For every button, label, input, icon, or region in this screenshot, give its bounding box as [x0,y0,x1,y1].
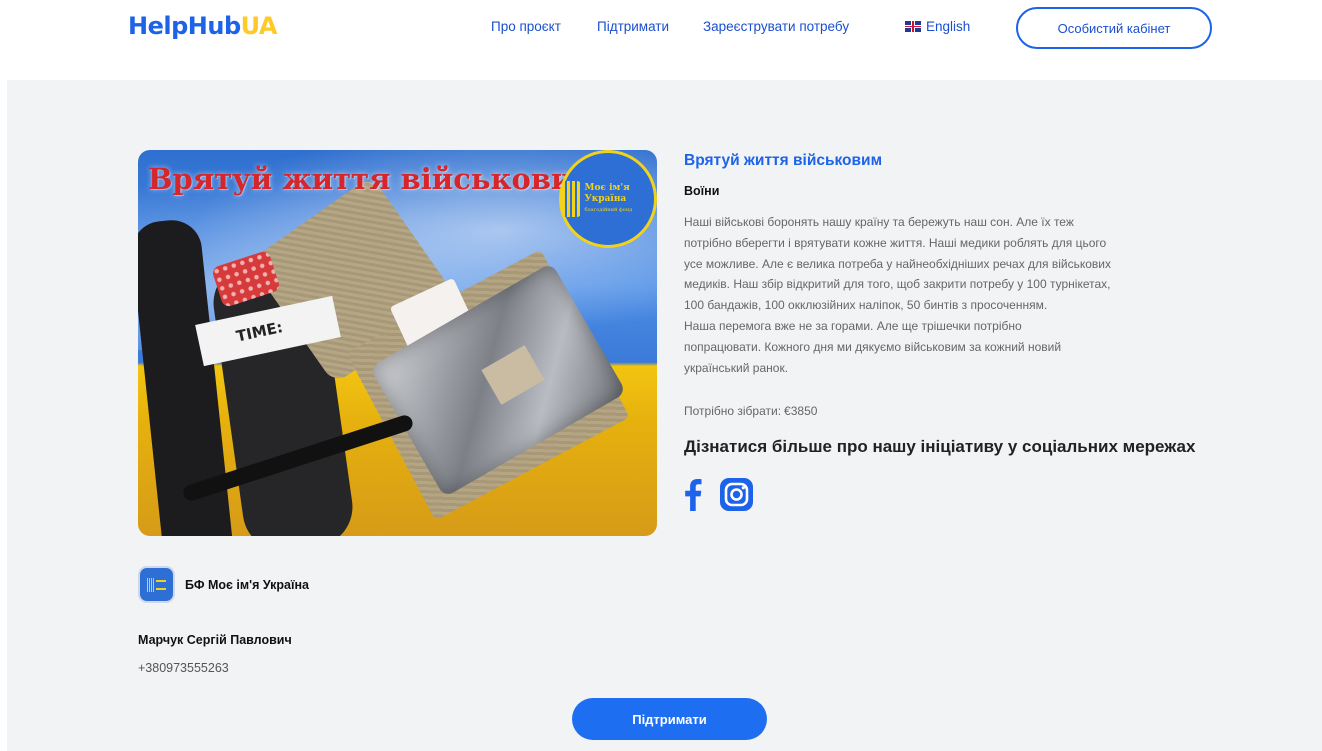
contact-phone: +380973555263 [138,661,229,675]
description-line: Наша перемога вже не за горами. Але ще т… [684,318,1022,333]
need-description: Наші військові боронять нашу країну та б… [684,212,1209,378]
need-image: TIME: Врятуй життя військовим Моє ім'я У… [138,150,657,536]
need-title: Врятуй життя військовим [684,152,883,169]
goal-label: Потрібно зібрати: [684,404,782,418]
instagram-icon[interactable] [720,478,753,511]
organization-avatar [138,566,175,603]
image-title: Врятуй життя військовим [148,162,598,196]
nav-support[interactable]: Підтримати [597,19,669,34]
description-line: попрацювати. Кожного дня ми дякуємо війс… [684,339,1062,354]
description-line: медиків. Наш збір відкритий для того, що… [684,277,1111,292]
description-line: український ранок. [684,360,789,375]
organization[interactable]: БФ Моє ім'я Україна [138,566,309,603]
description-line: Наші військові боронять нашу країну та б… [684,215,1074,229]
need-category: Воїни [684,184,720,198]
goal-amount: €3850 [784,404,818,418]
logo-main-text: HelpHub [128,12,241,40]
nav-register-need[interactable]: Зареєструвати потребу [703,19,849,34]
foundation-badge: Моє ім'я Україна благодійний фонд [559,150,657,248]
nav-about-project[interactable]: Про проєкт [491,19,561,34]
logo[interactable]: HelpHubUA [128,12,277,40]
wheat-icon [562,181,581,217]
fundraising-goal: Потрібно зібрати: €3850 [684,404,817,418]
badge-title: Моє ім'я Україна [584,182,630,204]
organization-name: БФ Моє ім'я Україна [185,577,310,592]
language-label: English [926,19,971,34]
facebook-icon[interactable] [684,479,702,511]
description-line: усе можливе. Але є велика потреба у найн… [684,256,1112,271]
description-line: 100 бандажів, 100 окклюзійних наліпок, 5… [684,298,1048,313]
language-switcher[interactable]: English [905,19,970,34]
uk-flag-icon [905,21,921,32]
support-button[interactable]: Підтримати [572,698,767,740]
logo-accent-text: UA [240,12,278,40]
personal-cabinet-button[interactable]: Особистий кабінет [1016,7,1212,49]
site-header: HelpHubUA Про проєкт Підтримати Зареєстр… [0,0,1322,70]
badge-subtitle: благодійний фонд [584,206,633,213]
contact-person: Марчук Сергій Павлович [138,633,292,647]
description-line: потрібно вберегти і врятувати кожне житт… [684,235,1107,250]
social-heading: Дізнатися більше про нашу ініціативу у с… [684,437,1196,456]
